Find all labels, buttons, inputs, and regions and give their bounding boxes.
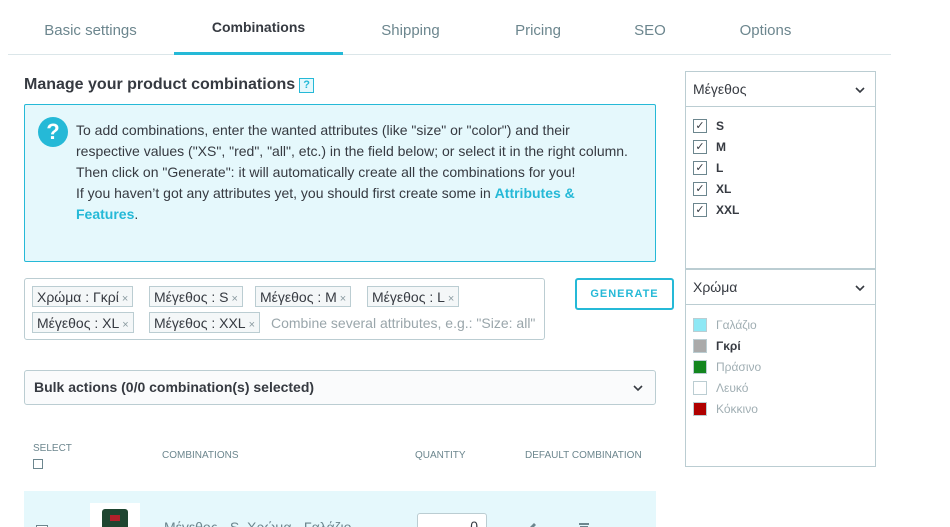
thumbnail-accent — [110, 515, 120, 521]
tag-chip: Μέγεθος : L × — [367, 286, 460, 307]
info-paragraph: If you haven’t got any attributes yet, y… — [76, 185, 495, 201]
color-attribute-title: Χρώμα — [693, 279, 738, 295]
header-default-combination: DEFAULT COMBINATION — [525, 450, 642, 461]
tab-pricing[interactable]: Pricing — [488, 6, 588, 55]
page-title: Manage your product combinations? — [24, 76, 315, 94]
color-attribute-header[interactable]: Χρώμα — [686, 270, 875, 305]
close-icon[interactable]: × — [340, 293, 346, 305]
info-period: . — [134, 206, 139, 222]
tag-label: Μέγεθος : L — [372, 289, 445, 305]
tab-seo[interactable]: SEO — [608, 6, 692, 55]
info-alert: ? To add combinations, enter the wanted … — [24, 104, 656, 262]
color-swatch[interactable] — [693, 360, 707, 374]
tag-chip: Χρώμα : Γκρί × — [32, 286, 134, 307]
table-row: Μέγεθος - S, Χρώμα - Γαλάζιο 0 — [24, 491, 656, 527]
checkbox-checked[interactable]: ✓ — [693, 119, 707, 133]
tab-label: Combinations — [211, 19, 306, 35]
bulk-actions-dropdown[interactable]: Bulk actions (0/0 combination(s) selecte… — [24, 370, 656, 405]
color-attribute-panel: Χρώμα Γαλάζιο Γκρί Πράσινο Λευκό Κόκκινο — [685, 269, 876, 467]
tab-options[interactable]: Options — [718, 6, 813, 55]
color-swatch[interactable] — [693, 381, 707, 395]
tab-label: SEO — [634, 22, 666, 39]
checkbox-checked[interactable]: ✓ — [693, 161, 707, 175]
tag-label: Μέγεθος : XL — [37, 315, 120, 331]
attribute-search-input[interactable] — [271, 313, 539, 333]
checkbox-checked[interactable]: ✓ — [693, 182, 707, 196]
chevron-down-icon — [855, 285, 865, 292]
color-swatch[interactable] — [693, 339, 707, 353]
tag-chip: Μέγεθος : XXL × — [149, 312, 261, 333]
tab-label: Options — [739, 22, 792, 39]
close-icon[interactable]: × — [249, 319, 255, 331]
tag-chip: Μέγεθος : S × — [149, 286, 243, 307]
color-option-label: Γκρί — [716, 339, 741, 353]
product-thumbnail — [90, 503, 140, 527]
close-icon[interactable]: × — [448, 293, 454, 305]
tab-combinations[interactable]: Combinations — [174, 6, 343, 55]
select-all-checkbox[interactable] — [33, 459, 43, 469]
size-attribute-header[interactable]: Μέγεθος — [686, 72, 875, 107]
combination-name: Μέγεθος - S, Χρώμα - Γαλάζιο — [164, 519, 352, 527]
tab-shipping[interactable]: Shipping — [353, 6, 468, 55]
color-swatch[interactable] — [693, 402, 707, 416]
close-icon[interactable]: × — [231, 293, 237, 305]
chevron-down-icon — [855, 87, 865, 94]
header-combinations: COMBINATIONS — [162, 450, 239, 461]
generate-button[interactable]: GENERATE — [575, 278, 674, 310]
header-quantity: QUANTITY — [415, 450, 466, 461]
quantity-input[interactable]: 0 — [417, 513, 487, 527]
trash-icon[interactable] — [577, 521, 591, 527]
chevron-down-icon — [633, 385, 643, 392]
question-icon: ? — [38, 117, 68, 147]
checkbox-checked[interactable]: ✓ — [693, 140, 707, 154]
tab-label: Shipping — [381, 22, 440, 39]
tab-label: Basic settings — [44, 22, 137, 39]
info-text: To add combinations, enter the wanted at… — [76, 120, 636, 225]
tab-basic-settings[interactable]: Basic settings — [8, 6, 173, 55]
color-option-label: Κόκκινο — [716, 402, 758, 416]
info-paragraph: To add combinations, enter the wanted at… — [76, 122, 628, 180]
checkbox-checked[interactable]: ✓ — [693, 203, 707, 217]
size-option-label: S — [716, 119, 725, 133]
size-attribute-title: Μέγεθος — [693, 81, 747, 97]
pencil-icon[interactable] — [524, 521, 538, 527]
size-option-label: XXL — [716, 203, 740, 217]
help-icon[interactable]: ? — [299, 78, 315, 93]
tag-chip: Μέγεθος : XL × — [32, 312, 134, 333]
tag-label: Χρώμα : Γκρί — [37, 289, 119, 305]
size-option-label: XL — [716, 182, 732, 196]
page-title-text: Manage your product combinations — [24, 76, 296, 93]
close-icon[interactable]: × — [122, 319, 128, 331]
size-attribute-panel: Μέγεθος ✓ S ✓ M ✓ L ✓ XL ✓ XXL — [685, 71, 876, 269]
color-option-label: Πράσινο — [716, 360, 762, 374]
color-option-label: Λευκό — [716, 381, 749, 395]
tag-label: Μέγεθος : M — [260, 289, 337, 305]
tab-label: Pricing — [515, 22, 561, 39]
tag-label: Μέγεθος : S — [154, 289, 229, 305]
color-swatch[interactable] — [693, 318, 707, 332]
bulk-actions-label: Bulk actions (0/0 combination(s) selecte… — [34, 379, 315, 395]
tab-bar: Basic settings Combinations Shipping Pri… — [8, 6, 891, 55]
color-option-label: Γαλάζιο — [716, 318, 757, 332]
size-option-label: L — [716, 161, 724, 175]
tag-label: Μέγεθος : XXL — [154, 315, 246, 331]
tag-chip: Μέγεθος : M × — [255, 286, 352, 307]
attributes-tag-input[interactable]: Χρώμα : Γκρί × Μέγεθος : S × Μέγεθος : M × … — [24, 278, 545, 340]
size-option-label: M — [716, 140, 726, 154]
close-icon[interactable]: × — [122, 293, 128, 305]
header-select: SELECT — [33, 443, 72, 454]
